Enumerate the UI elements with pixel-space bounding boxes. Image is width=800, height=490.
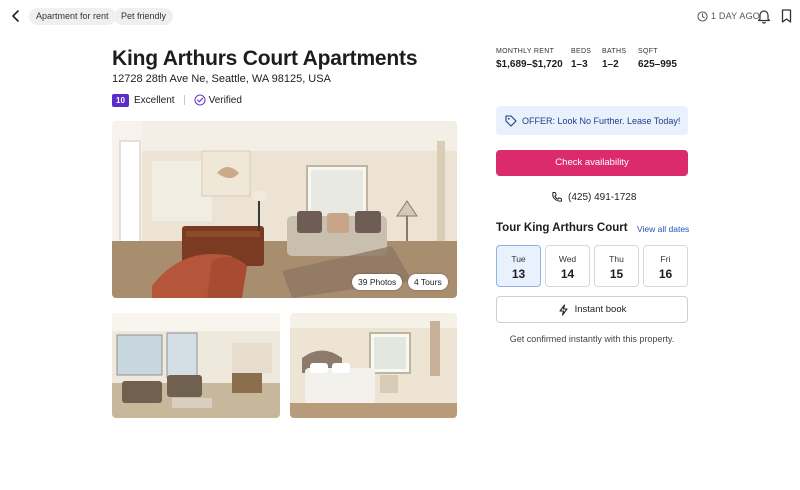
photos-count-button[interactable]: 39 Photos: [352, 274, 403, 290]
tour-day-wed[interactable]: Wed 14: [545, 245, 590, 287]
living-room-image: [112, 121, 457, 298]
clock-icon: [697, 10, 708, 22]
day-name: Tue: [511, 254, 526, 264]
phone-number: (425) 491-1728: [568, 191, 637, 203]
verified-label: Verified: [208, 94, 242, 106]
rating-row: 10 Excellent Verified: [112, 93, 242, 107]
divider: [183, 95, 185, 105]
bookmark-icon[interactable]: [781, 9, 792, 23]
tour-title: Tour King Arthurs Court: [496, 222, 628, 234]
instant-book-button[interactable]: Instant book: [496, 296, 688, 323]
phone-link[interactable]: (425) 491-1728: [551, 190, 636, 204]
top-bar: Apartment for rent Pet friendly 1 DAY AG…: [0, 0, 800, 32]
listing-title: King Arthurs Court Apartments: [112, 47, 418, 70]
check-availability-button[interactable]: Check availability: [496, 150, 688, 176]
stat-sqft: SQFT 625–995: [638, 48, 677, 70]
verified-check-icon: [194, 94, 206, 106]
stat-label: BATHS: [602, 48, 627, 55]
day-name: Thu: [609, 254, 624, 264]
stat-label: BEDS: [571, 48, 592, 55]
view-all-dates-link[interactable]: View all dates: [637, 224, 689, 234]
tour-day-thu[interactable]: Thu 15: [594, 245, 639, 287]
stat-label: SQFT: [638, 48, 658, 55]
day-date: 14: [560, 267, 575, 281]
phone-icon: [552, 192, 562, 202]
photo-bedroom[interactable]: [290, 313, 457, 418]
bell-icon[interactable]: [757, 8, 771, 24]
stat-value: $1,689–$1,720: [496, 59, 563, 70]
chip-pet-friendly[interactable]: Pet friendly: [114, 8, 174, 25]
offer-banner[interactable]: OFFER: Look No Further. Lease Today!: [496, 106, 688, 135]
dining-area-image: [112, 313, 280, 418]
rating-label: Excellent: [134, 94, 175, 106]
bedroom-image: [290, 313, 457, 418]
stat-beds: BEDS 1–3: [571, 48, 591, 70]
instant-book-label: Instant book: [574, 304, 627, 315]
posted-time: 1 DAY AGO: [697, 9, 760, 23]
stat-label: MONTHLY RENT: [496, 48, 555, 55]
photo-dining-area[interactable]: [112, 313, 280, 418]
main-photo-living-room[interactable]: [112, 121, 457, 298]
stat-monthly-rent: MONTHLY RENT $1,689–$1,720: [496, 48, 563, 70]
day-date: 16: [658, 267, 673, 281]
tour-day-fri[interactable]: Fri 16: [643, 245, 688, 287]
tours-count-button[interactable]: 4 Tours: [408, 274, 448, 290]
rating-score-badge: 10: [112, 93, 129, 107]
verified-badge: Verified: [194, 94, 242, 106]
tag-icon: [505, 114, 517, 127]
chevron-left-icon[interactable]: [9, 9, 23, 23]
day-date: 15: [609, 267, 624, 281]
time-ago-label: 1 DAY AGO: [711, 11, 760, 21]
stat-value: 1–2: [602, 59, 619, 70]
listing-address: 12728 28th Ave Ne, Seattle, WA 98125, US…: [112, 73, 331, 85]
chip-apartment-for-rent[interactable]: Apartment for rent: [29, 8, 116, 25]
day-date: 13: [511, 267, 526, 281]
stat-value: 625–995: [638, 59, 677, 70]
tour-day-tue[interactable]: Tue 13: [496, 245, 541, 287]
lightning-icon: [559, 303, 568, 316]
stat-baths: BATHS 1–2: [602, 48, 626, 70]
instant-confirm-note: Get confirmed instantly with this proper…: [509, 334, 675, 344]
day-name: Fri: [660, 254, 671, 264]
day-name: Wed: [558, 254, 577, 264]
offer-text: OFFER: Look No Further. Lease Today!: [522, 115, 681, 126]
stat-value: 1–3: [571, 59, 588, 70]
